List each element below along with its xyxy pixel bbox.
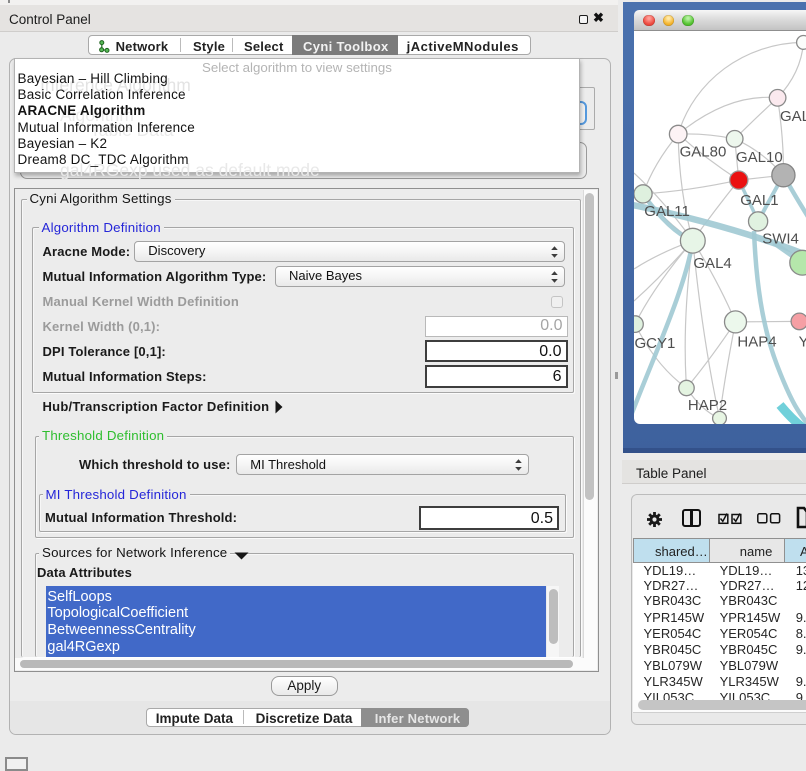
svg-text:SWI4: SWI4 (762, 230, 799, 247)
svg-text:GAL10: GAL10 (736, 149, 783, 166)
svg-text:GAL80: GAL80 (680, 144, 727, 161)
svg-text:HAP2: HAP2 (688, 397, 727, 414)
svg-text:GCY1: GCY1 (635, 335, 676, 352)
svg-text:GAL7: GAL7 (780, 108, 806, 125)
svg-text:GAL4: GAL4 (693, 255, 731, 272)
svg-text:GAL1: GAL1 (740, 192, 778, 209)
svg-text:GAL11: GAL11 (644, 203, 690, 220)
svg-text:HAP4: HAP4 (737, 334, 776, 351)
svg-text:Y: Y (799, 334, 806, 351)
